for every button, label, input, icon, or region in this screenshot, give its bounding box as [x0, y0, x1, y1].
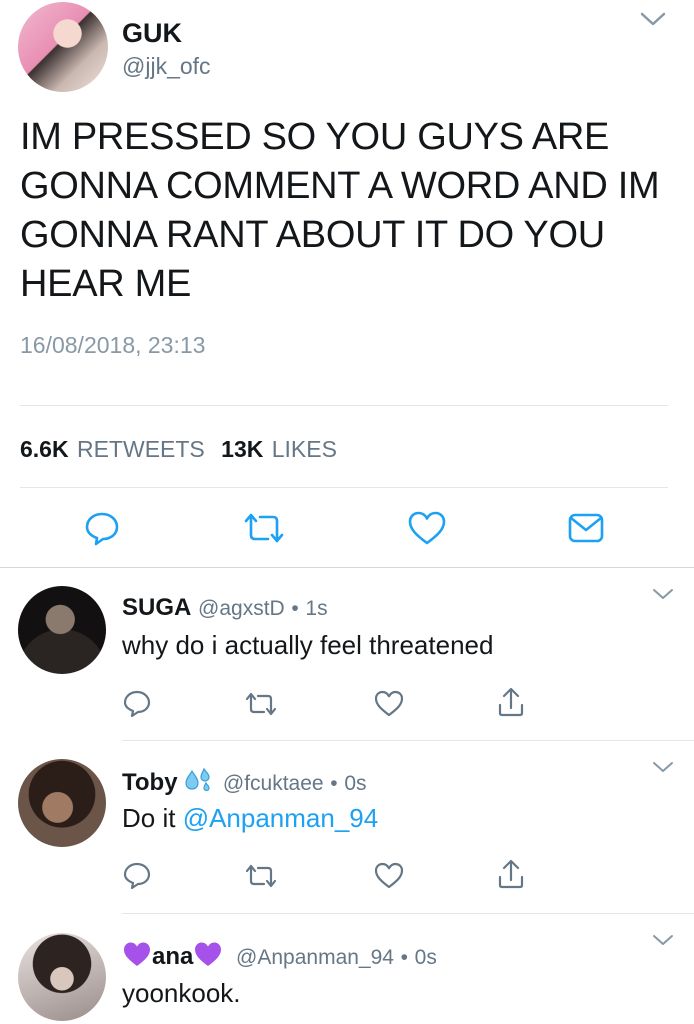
purple-heart-icon: [122, 940, 152, 968]
reply-handle[interactable]: @Anpanman_94: [236, 946, 394, 969]
reply-display-name[interactable]: Toby: [122, 769, 178, 796]
likes-label[interactable]: LIKES: [272, 436, 337, 462]
reply-icon[interactable]: [82, 508, 122, 548]
meta-separator: •: [291, 597, 299, 620]
reply-display-name[interactable]: SUGA: [122, 594, 191, 621]
likes-count[interactable]: 13K: [221, 436, 263, 462]
retweet-icon[interactable]: [244, 690, 278, 718]
reply-avatar[interactable]: [18, 759, 106, 847]
section-divider: [122, 913, 694, 914]
retweet-icon[interactable]: [244, 862, 278, 890]
reply-handle[interactable]: @agxstD: [198, 597, 285, 620]
mention-link[interactable]: @Anpanman_94: [183, 803, 379, 833]
retweets-count[interactable]: 6.6K: [20, 436, 69, 462]
main-tweet-text: IM PRESSED SO YOU GUYS ARE GONNA COMMENT…: [20, 113, 660, 309]
reply-handle[interactable]: @fcuktaee: [223, 772, 324, 795]
reply-text-body: Do it: [122, 803, 183, 833]
message-icon[interactable]: [567, 512, 605, 544]
tweet-text-line: GONNA RANT ABOUT IT DO YOU: [20, 214, 605, 256]
divider: [20, 405, 668, 406]
reply-icon[interactable]: [122, 688, 152, 718]
tweet-text-line: GONNA COMMENT A WORD AND IM: [20, 165, 660, 207]
tweet-timestamp[interactable]: 16/08/2018, 23:13: [20, 331, 205, 359]
chevron-down-icon[interactable]: [652, 588, 674, 602]
chevron-down-icon[interactable]: [640, 12, 666, 26]
main-display-name[interactable]: GUK: [122, 17, 182, 49]
main-avatar[interactable]: [18, 2, 108, 92]
like-icon[interactable]: [373, 860, 405, 890]
reply-text: yoonkook.: [122, 978, 241, 1008]
retweet-icon[interactable]: [242, 510, 286, 546]
reply-display-name[interactable]: ana: [152, 943, 193, 970]
share-icon[interactable]: [496, 686, 526, 718]
chevron-down-icon[interactable]: [652, 934, 674, 948]
like-icon[interactable]: [406, 508, 448, 548]
tweet-text-line: IM PRESSED SO YOU GUYS ARE: [20, 116, 610, 158]
reply-time[interactable]: 0s: [344, 772, 366, 795]
like-icon[interactable]: [373, 688, 405, 718]
reply-time[interactable]: 1s: [305, 597, 327, 620]
meta-separator: •: [400, 946, 408, 969]
reply-avatar[interactable]: [18, 586, 106, 674]
divider: [20, 487, 668, 488]
reply-header: ana @Anpanman_94 • 0s: [122, 940, 437, 971]
meta-separator: •: [330, 772, 338, 795]
chevron-down-icon[interactable]: [652, 761, 674, 775]
purple-heart-icon: [193, 940, 223, 968]
reply-text: Do it @Anpanman_94: [122, 802, 378, 834]
section-divider: [122, 740, 694, 741]
reply-avatar[interactable]: [18, 933, 106, 1021]
section-divider: [0, 567, 694, 568]
sweat-droplets-icon: [184, 767, 212, 793]
share-icon[interactable]: [496, 858, 526, 890]
retweets-label[interactable]: RETWEETS: [77, 436, 205, 462]
main-handle[interactable]: @jjk_ofc: [122, 52, 211, 80]
tweet-stats: 6.6K RETWEETS 13K LIKES: [20, 435, 337, 463]
reply-time[interactable]: 0s: [415, 946, 437, 969]
reply-header: Toby @fcuktaee • 0s: [122, 767, 367, 797]
tweet-text-line: HEAR ME: [20, 263, 192, 305]
reply-header: SUGA @agxstD • 1s: [122, 594, 328, 622]
reply-icon[interactable]: [122, 860, 152, 890]
reply-text: why do i actually feel threatened: [122, 630, 494, 660]
